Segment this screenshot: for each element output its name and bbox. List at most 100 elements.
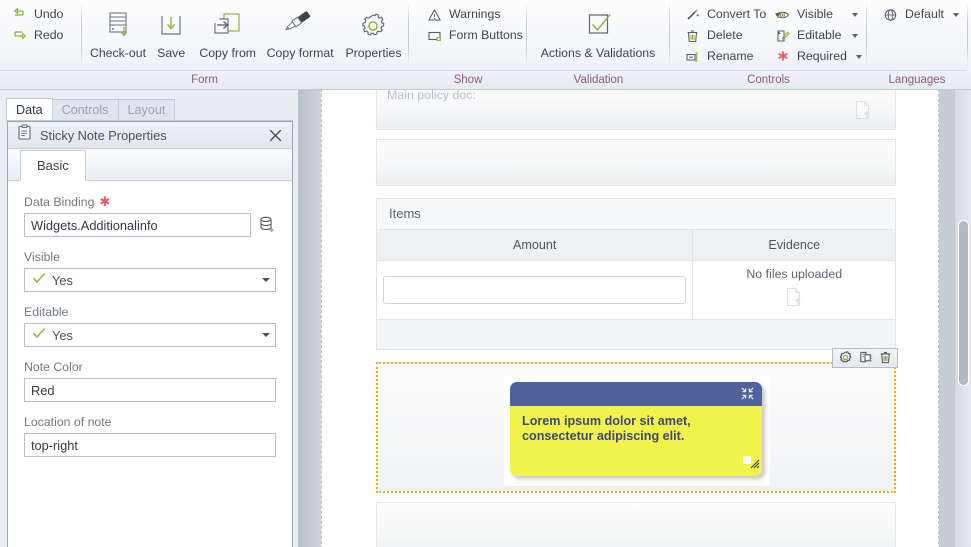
copy-format-label: Copy format	[266, 46, 334, 60]
data-binding-row	[24, 213, 276, 237]
trailing-field-block[interactable]	[376, 501, 896, 547]
redo-label: Redo	[34, 28, 64, 42]
trash-icon	[684, 27, 701, 44]
editable-value: Yes	[52, 327, 73, 343]
rename-icon	[684, 48, 701, 65]
rename-button[interactable]: Rename	[679, 46, 769, 67]
ribbon-group-languages: Default	[867, 0, 967, 70]
application-window: Undo Redo Check-out Save Copy from Copy …	[0, 0, 971, 547]
required-button[interactable]: Required	[769, 46, 865, 67]
warnings-button[interactable]: Warnings	[421, 4, 530, 25]
delete-button[interactable]: Delete	[679, 25, 769, 46]
save-icon	[156, 6, 186, 46]
form-buttons-button[interactable]: Form Buttons	[421, 25, 530, 46]
properties-button[interactable]: Properties	[339, 0, 408, 68]
ribbon-toolbar: Undo Redo Check-out Save Copy from Copy …	[0, 0, 971, 90]
ribbon-group-label-controls: Controls	[670, 70, 867, 90]
ribbon-divider	[80, 2, 82, 68]
save-button[interactable]: Save	[148, 0, 194, 68]
database-add-icon[interactable]	[258, 214, 276, 236]
check-icon	[32, 271, 46, 289]
table-row: No files uploaded	[377, 260, 895, 319]
editable-select[interactable]: Yes	[24, 323, 276, 347]
gear-icon	[357, 6, 389, 46]
column-header-evidence[interactable]: Evidence	[692, 229, 895, 261]
location-of-note-input[interactable]	[24, 433, 276, 457]
copy-format-icon	[283, 6, 317, 46]
amount-input[interactable]	[383, 275, 687, 304]
sticky-note-text: Lorem ipsum dolor sit amet, consectetur …	[522, 413, 691, 444]
items-table-footer	[377, 318, 895, 349]
left-properties-pane: Data Controls Layout Sticky Note Propert…	[0, 90, 299, 547]
convert-to-button[interactable]: Convert To	[679, 4, 782, 25]
check-icon	[32, 326, 46, 344]
form-buttons-icon	[426, 27, 443, 44]
sticky-note[interactable]: Lorem ipsum dolor sit amet, consectetur …	[510, 381, 762, 476]
check-out-button[interactable]: Check-out	[88, 0, 149, 68]
sticky-note-body[interactable]: Lorem ipsum dolor sit amet, consectetur …	[510, 405, 762, 476]
sticky-note-icon	[16, 124, 33, 146]
visible-label: Visible	[24, 250, 61, 264]
default-language-button[interactable]: Default	[877, 4, 966, 25]
chevron-down-icon[interactable]	[852, 12, 858, 17]
copy-from-button[interactable]: Copy from	[194, 0, 261, 68]
globe-icon	[882, 6, 899, 23]
chevron-down-icon[interactable]	[262, 333, 270, 337]
chevron-down-icon[interactable]	[262, 278, 270, 282]
canvas-vertical-scrollbar[interactable]	[954, 90, 971, 547]
editable-button[interactable]: Editable	[769, 25, 865, 46]
save-label: Save	[157, 46, 186, 60]
document-upload-icon[interactable]	[699, 287, 889, 312]
upload-field-block[interactable]: Main policy doc:	[376, 90, 896, 130]
delete-label: Delete	[707, 28, 743, 42]
visible-button[interactable]: Visible	[769, 4, 865, 25]
ribbon-group-label-show: Show	[409, 70, 527, 90]
tab-data[interactable]: Data	[6, 98, 53, 121]
empty-field-block[interactable]	[376, 139, 896, 186]
data-binding-label: Data Binding	[24, 195, 95, 209]
field-label: Note Color	[24, 360, 276, 374]
ribbon-group-validation: Actions & Validations	[527, 0, 669, 70]
redo-button[interactable]: Redo	[6, 25, 75, 46]
chevron-down-icon[interactable]	[855, 54, 862, 59]
undo-icon	[11, 6, 28, 23]
scrollbar-thumb[interactable]	[958, 220, 969, 386]
note-color-input[interactable]	[24, 378, 276, 402]
resize-grip-icon[interactable]	[748, 456, 760, 474]
actions-validations-label: Actions & Validations	[540, 46, 656, 60]
eye-icon	[774, 6, 791, 23]
properties-title: Sticky Note Properties	[40, 127, 167, 143]
upload-field-caption: Main policy doc:	[387, 90, 476, 102]
collapse-arrows-icon[interactable]	[740, 386, 755, 406]
field-visible: Visible Yes	[24, 250, 276, 292]
chevron-down-icon[interactable]	[852, 33, 858, 38]
properties-form: Data Binding ✱ Widgets.Additionalinfo Vi…	[8, 181, 292, 457]
sticky-note-widget[interactable]: Lorem ipsum dolor sit amet, consectetur …	[504, 375, 770, 486]
column-header-amount[interactable]: Amount	[377, 229, 693, 261]
document-upload-icon[interactable]	[854, 100, 873, 125]
sticky-note-header[interactable]	[510, 381, 762, 406]
close-icon[interactable]	[264, 124, 286, 146]
undo-label: Undo	[34, 7, 64, 21]
chevron-down-icon[interactable]	[952, 12, 959, 17]
selected-control-region[interactable]: Lorem ipsum dolor sit amet, consectetur …	[376, 347, 898, 493]
asterisk-icon	[774, 48, 791, 65]
trash-icon[interactable]	[876, 349, 894, 366]
tab-controls[interactable]: Controls	[51, 99, 119, 121]
form-design-canvas: Main policy doc: Items Amount Evidence N…	[299, 90, 971, 547]
visible-select[interactable]: Yes	[24, 268, 276, 292]
warning-triangle-icon	[426, 6, 443, 23]
undo-button[interactable]: Undo	[6, 4, 75, 25]
actions-validations-button[interactable]: Actions & Validations	[529, 0, 667, 68]
controls-small-buttons-col1: Convert To Delete Rename	[679, 0, 782, 68]
duplicate-icon[interactable]	[856, 349, 874, 366]
gear-icon[interactable]	[836, 349, 854, 366]
data-binding-input[interactable]	[24, 213, 251, 237]
ribbon-group-label-languages: Languages	[867, 70, 967, 90]
ribbon-group-label-form: Form	[0, 70, 409, 90]
tab-basic[interactable]: Basic	[20, 150, 86, 181]
copy-format-button[interactable]: Copy format	[261, 0, 339, 68]
field-label: Editable	[24, 305, 276, 319]
warnings-label: Warnings	[449, 7, 501, 21]
tab-layout[interactable]: Layout	[117, 99, 176, 121]
